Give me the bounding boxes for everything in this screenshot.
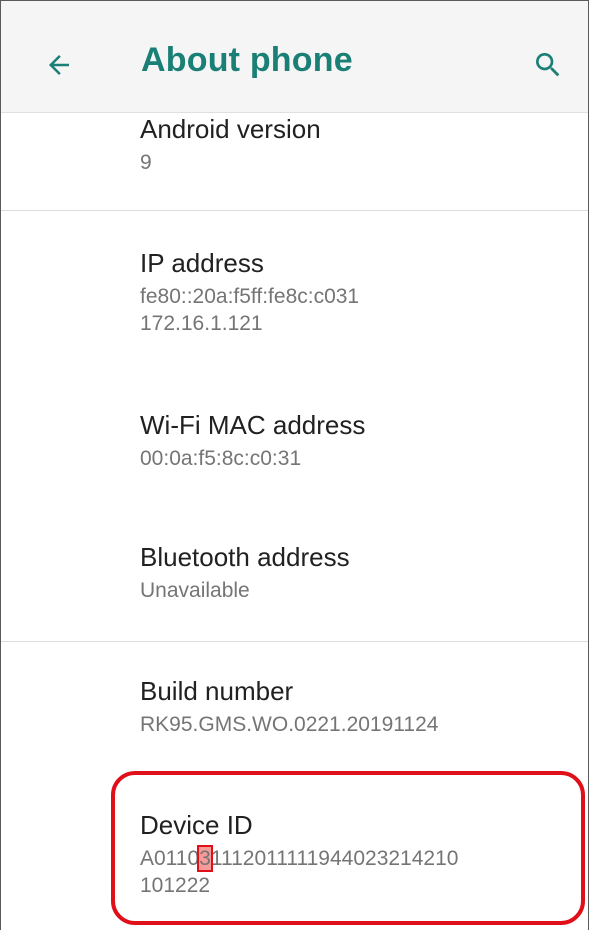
- list-item-build-number[interactable]: Build number RK95.GMS.WO.0221.20191124: [140, 675, 438, 738]
- divider: [1, 210, 588, 211]
- list-item-wifi-mac[interactable]: Wi-Fi MAC address 00:0a:f5:8c:c0:31: [140, 409, 365, 472]
- search-icon: [536, 53, 560, 77]
- back-button[interactable]: [31, 37, 87, 93]
- arrow-left-icon: [49, 55, 69, 75]
- item-label: IP address: [140, 248, 264, 278]
- item-value: Unavailable: [140, 579, 250, 602]
- search-button[interactable]: [520, 37, 576, 93]
- ipv6-value: fe80::20a:f5ff:fe8c:c031: [140, 285, 360, 308]
- ipv4-value: 172.16.1.121: [140, 312, 263, 335]
- item-value: 00:0a:f5:8c:c0:31: [140, 447, 302, 470]
- item-value: fe80::20a:f5ff:fe8c:c031 172.16.1.121: [140, 283, 359, 337]
- list-item-ip-address[interactable]: IP address fe80::20a:f5ff:fe8c:c031 172.…: [140, 247, 359, 337]
- item-label: Bluetooth address: [140, 542, 350, 572]
- list-item-bluetooth-address[interactable]: Bluetooth address Unavailable: [140, 541, 350, 604]
- page-title: About phone: [141, 41, 353, 79]
- item-label: Android version: [140, 114, 321, 144]
- app-bar: About phone: [1, 1, 588, 113]
- item-label: Wi-Fi MAC address: [140, 410, 366, 440]
- device-id-highlight-annotation: [111, 771, 585, 925]
- item-value: 9: [140, 151, 152, 174]
- item-label: Build number: [140, 676, 294, 706]
- divider: [1, 641, 588, 642]
- about-phone-screen: About phone Android version 9 IP address…: [0, 0, 589, 930]
- list-item-android-version[interactable]: Android version 9: [140, 113, 321, 176]
- item-value: RK95.GMS.WO.0221.20191124: [140, 713, 439, 736]
